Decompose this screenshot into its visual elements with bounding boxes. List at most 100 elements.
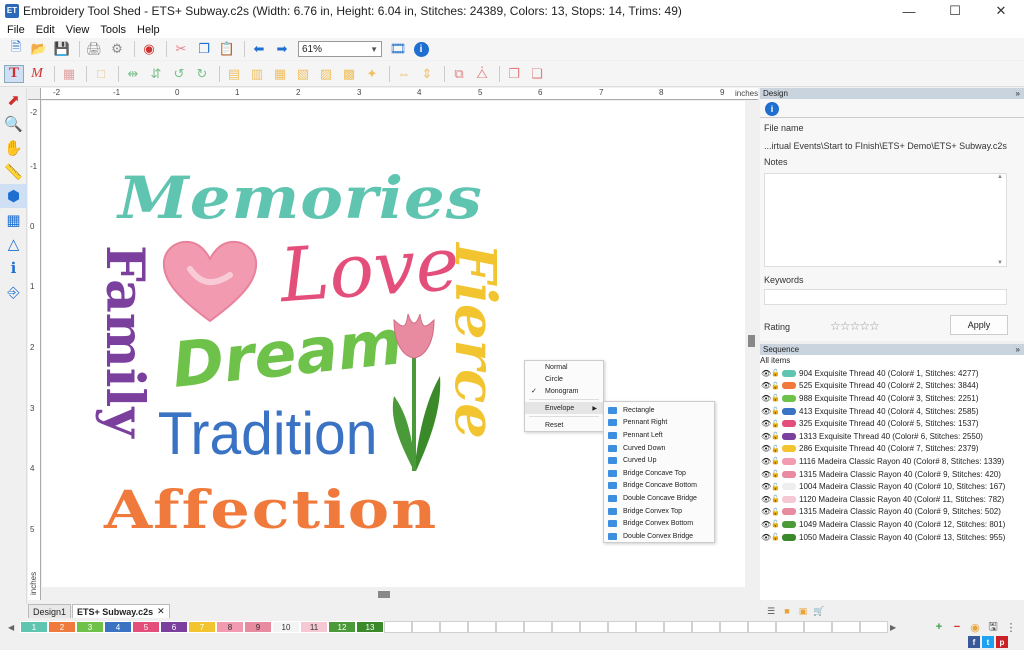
envelope-bridge-concave-bottom[interactable]: Bridge Concave Bottom (604, 480, 714, 493)
palette-empty-slot[interactable] (664, 621, 692, 633)
visibility-eye-icon[interactable]: 👁 (761, 507, 771, 516)
ctx-item-monogram[interactable]: ✓ Monogram (525, 385, 603, 397)
sequence-row[interactable]: 👁 🔓 1050 Madeira Classic Rayon 40 (Color# … (760, 531, 1024, 544)
settings-icon[interactable]: ⋮ (1004, 621, 1018, 634)
menu-file[interactable]: File (3, 24, 32, 36)
center-design-icon[interactable]: ✦ (362, 65, 382, 83)
sequence-row[interactable]: 👁 🔓 413 Exquisite Thread 40 (Color# 4, Sti… (760, 405, 1024, 418)
canvas-horizontal-scrollbar[interactable] (42, 588, 745, 601)
align-center-icon[interactable]: ▨ (316, 65, 336, 83)
object-cube-icon[interactable]: ⬢ (0, 184, 27, 208)
design-word-memories[interactable]: Memories (118, 170, 483, 228)
palette-color-chip[interactable]: 10 (272, 621, 300, 633)
palette-color-chip[interactable]: 3 (76, 621, 104, 633)
canvas-vertical-scrollbar[interactable] (745, 101, 758, 587)
sequence-row[interactable]: 👁 🔓 1313 Exquisite Thread 40 (Color# 6, St… (760, 430, 1024, 443)
envelope-pennant-right[interactable]: Pennant Right (604, 417, 714, 430)
design-word-family[interactable]: Family (94, 245, 155, 438)
collapse-panel-icon[interactable]: » (1016, 345, 1024, 354)
stitch-machine-icon[interactable]: ⚙ (107, 40, 127, 58)
ruler-icon[interactable]: 📏 (0, 160, 27, 184)
cut-icon[interactable]: ✂ (171, 40, 191, 58)
save-icon[interactable]: 💾 (52, 40, 72, 58)
monitor-icon[interactable]: 🖫 (986, 621, 1000, 633)
ctx-item-envelope[interactable]: Envelope ▶ (525, 402, 603, 414)
palette-empty-slot[interactable] (468, 621, 496, 633)
unlock-icon[interactable]: 🔓 (771, 420, 780, 428)
envelope-bridge-concave-top[interactable]: Bridge Concave Top (604, 467, 714, 480)
design-word-tradition[interactable]: Tradition (158, 404, 378, 464)
unlock-icon[interactable]: 🔓 (771, 382, 780, 390)
grid-icon[interactable]: ▦ (59, 65, 79, 83)
monogram-tool-icon[interactable]: M (27, 65, 47, 83)
tab-design1[interactable]: Design1 (28, 604, 72, 618)
visibility-eye-icon[interactable]: 👁 (761, 482, 771, 491)
zoom-icon[interactable]: 🔍 (0, 112, 27, 136)
design-word-love[interactable]: Love (277, 221, 462, 319)
keywords-input[interactable] (764, 289, 1007, 305)
palette-color-chip[interactable]: 6 (160, 621, 188, 633)
palette-color-chip[interactable]: 12 (328, 621, 356, 633)
node-edit-icon[interactable]: △ (0, 232, 27, 256)
pan-hand-icon[interactable]: ✋ (0, 136, 27, 160)
palette-empty-slot[interactable] (720, 621, 748, 633)
palette-color-chip[interactable]: 11 (300, 621, 328, 633)
envelope-bridge-convex-bottom[interactable]: Bridge Convex Bottom (604, 517, 714, 530)
visibility-eye-icon[interactable]: 👁 (761, 432, 771, 441)
menu-tools[interactable]: Tools (96, 24, 133, 36)
text-tool-icon[interactable]: T (4, 64, 24, 83)
align-top-icon[interactable]: ▥ (247, 65, 267, 83)
visibility-eye-icon[interactable]: 👁 (761, 444, 771, 453)
menu-edit[interactable]: Edit (32, 24, 62, 36)
zoom-select[interactable]: 61% ▼ (298, 41, 382, 57)
rotate-right-icon[interactable]: ↻ (192, 65, 212, 83)
palette-empty-slot[interactable] (412, 621, 440, 633)
sequence-row[interactable]: 👁 🔓 1116 Madeira Classic Rayon 40 (Color# … (760, 455, 1024, 468)
space-vertical-icon[interactable]: ⇕ (417, 65, 437, 83)
heart-shape[interactable] (160, 239, 260, 323)
visibility-eye-icon[interactable]: 👁 (761, 533, 771, 542)
palette-empty-slot[interactable] (748, 621, 776, 633)
visibility-eye-icon[interactable]: 👁 (761, 369, 771, 378)
palette-empty-slot[interactable] (860, 621, 888, 633)
visibility-eye-icon[interactable]: 👁 (761, 419, 771, 428)
visibility-eye-icon[interactable]: 👁 (761, 520, 771, 529)
scroll-thumb[interactable] (748, 335, 755, 347)
palette-empty-slot[interactable] (692, 621, 720, 633)
align-right-icon[interactable]: ▦ (270, 65, 290, 83)
design-word-dream[interactable]: Dream (169, 305, 406, 402)
envelope-curved-up[interactable]: Curved Up (604, 454, 714, 467)
palette-empty-slot[interactable] (440, 621, 468, 633)
sequence-row[interactable]: 👁 🔓 325 Exquisite Thread 40 (Color# 5, Sti… (760, 417, 1024, 430)
redo-arrow-icon[interactable]: ➡ (272, 40, 292, 58)
unlock-icon[interactable]: 🔓 (771, 394, 780, 402)
unlock-icon[interactable]: 🔓 (771, 470, 780, 478)
envelope-curved-down[interactable]: Curved Down (604, 442, 714, 455)
unlock-icon[interactable]: 🔓 (771, 495, 780, 503)
close-window-button[interactable]: ✕ (978, 0, 1024, 22)
sequence-row[interactable]: 👁 🔓 525 Exquisite Thread 40 (Color# 2, Sti… (760, 380, 1024, 393)
palette-empty-slot[interactable] (636, 621, 664, 633)
minimize-button[interactable]: — (886, 0, 932, 22)
info-icon[interactable]: i (765, 102, 779, 116)
maximize-button[interactable]: ☐ (932, 0, 978, 22)
unlock-icon[interactable]: 🔓 (771, 432, 780, 440)
twitter-icon[interactable]: t (982, 636, 994, 648)
align-bottom-icon[interactable]: ▧ (293, 65, 313, 83)
palette-empty-slot[interactable] (804, 621, 832, 633)
sequence-all-items[interactable]: All items (760, 355, 1024, 367)
print-icon[interactable]: 🖨 (84, 40, 104, 58)
visibility-eye-icon[interactable]: 👁 (761, 381, 771, 390)
thread-palette-icon[interactable]: ▣ (796, 605, 810, 617)
sequence-row[interactable]: 👁 🔓 904 Exquisite Thread 40 (Color# 1, Sti… (760, 367, 1024, 380)
ctx-item-normal[interactable]: Normal (525, 361, 603, 373)
unlock-icon[interactable]: 🔓 (771, 483, 780, 491)
color-wheel-icon[interactable]: ◉ (968, 621, 982, 634)
remove-color-icon[interactable]: − (950, 621, 964, 633)
paste-icon[interactable]: 📋 (217, 40, 237, 58)
tulip-shape[interactable] (380, 306, 450, 476)
collapse-panel-icon[interactable]: » (1016, 89, 1024, 98)
facebook-icon[interactable]: f (968, 636, 980, 648)
notes-textarea[interactable]: ▲ ▼ (764, 173, 1007, 267)
chevron-left-icon[interactable]: ◀ (8, 623, 20, 632)
